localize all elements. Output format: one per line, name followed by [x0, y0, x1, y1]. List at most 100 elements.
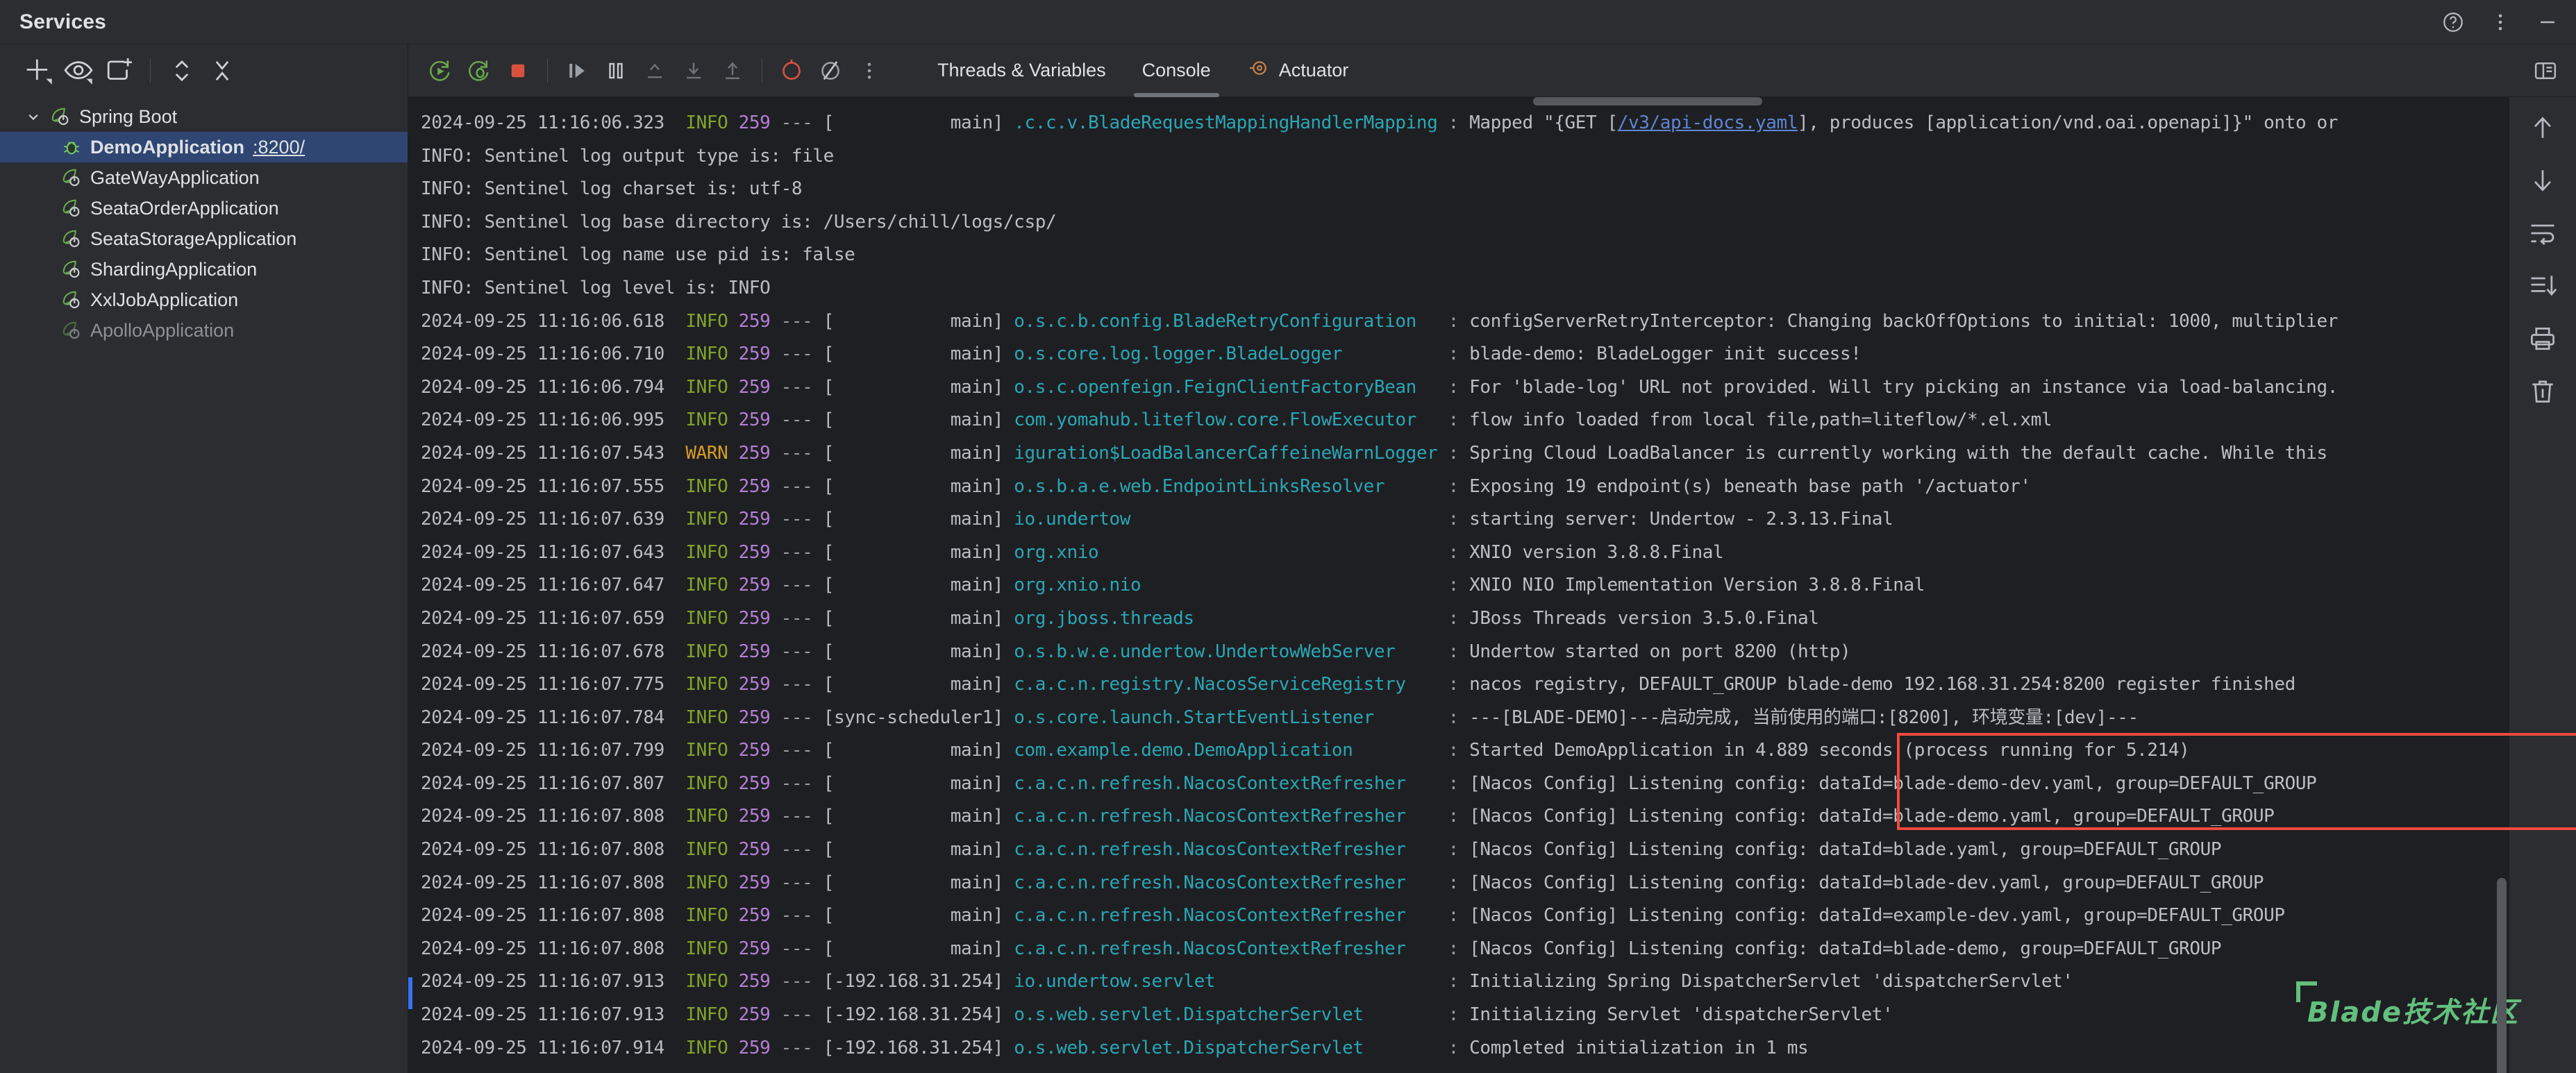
sidebar-item-seatastorageapplication[interactable]: SeataStorageApplication	[0, 223, 408, 254]
console-log-line: 2024-09-25 11:16:07.808 INFO 259 --- [ m…	[421, 905, 2285, 927]
sidebar-item-demoapplication[interactable]: DemoApplication :8200/	[0, 132, 408, 162]
console-log-line: 2024-09-25 11:16:07.543 WARN 259 --- [ m…	[421, 442, 2338, 464]
toolbar-divider	[150, 59, 151, 83]
toolbar-divider	[547, 58, 548, 83]
watermark: Blade技术社区	[2296, 981, 2519, 1030]
console-log-line: 2024-09-25 11:16:06.710 INFO 259 --- [ m…	[421, 344, 1862, 365]
scroll-to-end-icon[interactable]	[2527, 271, 2558, 301]
tool-window-body: Spring Boot DemoApplication :8200/ GateW…	[0, 44, 2576, 1073]
console-log-list[interactable]: 2024-09-25 11:16:06.323 INFO 259 --- [ m…	[408, 97, 2509, 1073]
console-log-line: 2024-09-25 11:16:07.643 INFO 259 --- [ m…	[421, 541, 1724, 563]
spring-leaf-icon	[60, 166, 83, 189]
run-toolbar: Threads & Variables Console Actuator	[408, 44, 2576, 97]
tab-actuator[interactable]: Actuator	[1229, 44, 1367, 97]
console-log-line: 2024-09-25 11:16:07.659 INFO 259 --- [ m…	[421, 607, 1819, 629]
layout-settings-icon[interactable]	[2526, 51, 2565, 90]
tab-label: Threads & Variables	[937, 60, 1106, 81]
spring-leaf-icon	[60, 319, 83, 342]
console-log-line: 2024-09-25 11:16:07.678 INFO 259 --- [ m…	[421, 641, 1851, 662]
mute-breakpoints-button[interactable]	[811, 51, 850, 90]
console-log-line: 2024-09-25 11:16:07.808 INFO 259 --- [ m…	[421, 839, 2222, 861]
expand-collapse-button[interactable]	[162, 51, 202, 91]
services-tree: Spring Boot DemoApplication :8200/ GateW…	[0, 97, 408, 346]
console-log-line: 2024-09-25 11:16:06.618 INFO 259 --- [ m…	[421, 310, 2338, 332]
sidebar-item-gatewayapplication[interactable]: GateWayApplication	[0, 162, 408, 193]
more-options-icon[interactable]	[2489, 10, 2512, 34]
rerun-debug-button[interactable]	[460, 51, 499, 90]
watermark-text: Blade技术社区	[2307, 997, 2519, 1029]
console-log-line: 2024-09-25 11:16:07.913 INFO 259 --- [-1…	[421, 971, 2073, 992]
console-tabs: Threads & Variables Console Actuator	[919, 44, 1366, 97]
console-gutter-toolbar	[2509, 97, 2576, 1073]
services-sidebar-toolbar	[0, 44, 408, 97]
console-log-line: 2024-09-25 11:16:07.555 INFO 259 --- [ m…	[421, 475, 2031, 497]
print-icon[interactable]	[2527, 323, 2558, 354]
help-icon[interactable]	[2441, 10, 2465, 34]
page-title: Services	[19, 10, 107, 33]
sidebar-item-xxljobapplication[interactable]: XxlJobApplication	[0, 285, 408, 315]
resume-program-button[interactable]	[558, 51, 596, 90]
services-tool-window: Services Spring Boot DemoApplication:82…	[0, 0, 2576, 1073]
console-log-line: 2024-09-25 11:16:07.807 INFO 259 --- [ m…	[421, 772, 2317, 794]
console-log-line: 2024-09-25 11:16:07.808 INFO 259 --- [ m…	[421, 806, 2275, 827]
rerun-button[interactable]	[421, 51, 460, 90]
tree-group-spring-boot[interactable]: Spring Boot	[0, 101, 408, 132]
service-port-link[interactable]: :8200/	[253, 137, 305, 158]
console-log-line: 2024-09-25 11:16:07.647 INFO 259 --- [ m…	[421, 575, 1925, 596]
run-toolbar-right-actions	[2526, 44, 2565, 97]
console-log-line: 2024-09-25 11:16:07.914 INFO 259 --- [-1…	[421, 1037, 1809, 1058]
sidebar-item-label: ApolloApplication	[90, 319, 235, 341]
tab-threads-variables[interactable]: Threads & Variables	[919, 44, 1124, 97]
minimize-icon[interactable]	[2536, 10, 2559, 34]
sidebar-item-label: SeataStorageApplication	[90, 228, 297, 249]
stop-button[interactable]	[499, 51, 537, 90]
actuator-icon	[1247, 57, 1269, 84]
sidebar-item-label: ShardingApplication	[90, 258, 258, 280]
console-pane: Threads & Variables Console Actuator 202…	[408, 44, 2576, 1073]
console-log-line: 2024-09-25 11:16:07.808 INFO 259 --- [ m…	[421, 872, 2264, 893]
sidebar-item-shardingapplication[interactable]: ShardingApplication	[0, 254, 408, 285]
spring-leaf-icon	[60, 288, 83, 312]
more-vertical-icon[interactable]	[850, 51, 889, 90]
step-into-button[interactable]	[674, 51, 713, 90]
pause-program-button[interactable]	[596, 51, 635, 90]
arrow-up-icon[interactable]	[2527, 112, 2558, 143]
sidebar-item-apolloapplication[interactable]: ApolloApplication	[0, 315, 408, 346]
tab-console[interactable]: Console	[1124, 44, 1229, 97]
tool-window-header: Services	[0, 0, 2576, 44]
show-services-button[interactable]	[58, 51, 99, 91]
arrow-down-icon[interactable]	[2527, 165, 2558, 196]
tool-window-header-actions	[2441, 0, 2559, 44]
add-service-button[interactable]	[18, 51, 58, 91]
changed-lines-marker	[408, 977, 412, 1009]
sidebar-item-label: SeataOrderApplication	[90, 197, 279, 219]
horizontal-scrollbar[interactable]	[1533, 97, 1762, 105]
sidebar-item-label: GateWayApplication	[90, 167, 260, 188]
console-log-line: 2024-09-25 11:16:06.323 INFO 259 --- [ m…	[421, 112, 2338, 133]
console-log-line: 2024-09-25 11:16:07.639 INFO 259 --- [ m…	[421, 509, 1893, 530]
sidebar-item-seataorderapplication[interactable]: SeataOrderApplication	[0, 193, 408, 223]
console-log-line: INFO: Sentinel log charset is: utf-8	[421, 178, 803, 200]
collapse-all-button[interactable]	[202, 51, 242, 91]
vertical-scrollbar[interactable]	[2497, 878, 2507, 1073]
view-breakpoints-button[interactable]	[772, 51, 811, 90]
trash-icon[interactable]	[2527, 376, 2558, 407]
console-log-line: INFO: Sentinel log name use pid is: fals…	[421, 244, 855, 266]
step-over-button[interactable]	[713, 51, 752, 90]
tree-group-label: Spring Boot	[79, 105, 178, 127]
console-log-line: 2024-09-25 11:16:06.995 INFO 259 --- [ m…	[421, 409, 2052, 431]
add-configuration-button[interactable]	[99, 51, 139, 91]
console-log-line: 2024-09-25 11:16:07.799 INFO 259 --- [ m…	[421, 740, 2190, 761]
chevron-down-icon[interactable]	[24, 107, 43, 126]
step-out-button[interactable]	[635, 51, 674, 90]
console-log-line: 2024-09-25 11:16:07.913 INFO 259 --- [-1…	[421, 1004, 1893, 1026]
soft-wrap-icon[interactable]	[2527, 218, 2558, 248]
spring-leaf-icon	[60, 257, 83, 281]
console-log-line: 2024-09-25 11:16:07.808 INFO 259 --- [ m…	[421, 938, 2222, 959]
console-log-line: 2024-09-25 11:16:06.794 INFO 259 --- [ m…	[421, 376, 2338, 398]
console-log-line: INFO: Sentinel log base directory is: /U…	[421, 211, 1057, 233]
console-log-line: INFO: Sentinel log level is: INFO	[421, 277, 771, 298]
sidebar-item-label: DemoApplication	[90, 136, 245, 158]
spring-leaf-icon	[60, 196, 83, 220]
spring-leaf-icon	[49, 105, 72, 128]
